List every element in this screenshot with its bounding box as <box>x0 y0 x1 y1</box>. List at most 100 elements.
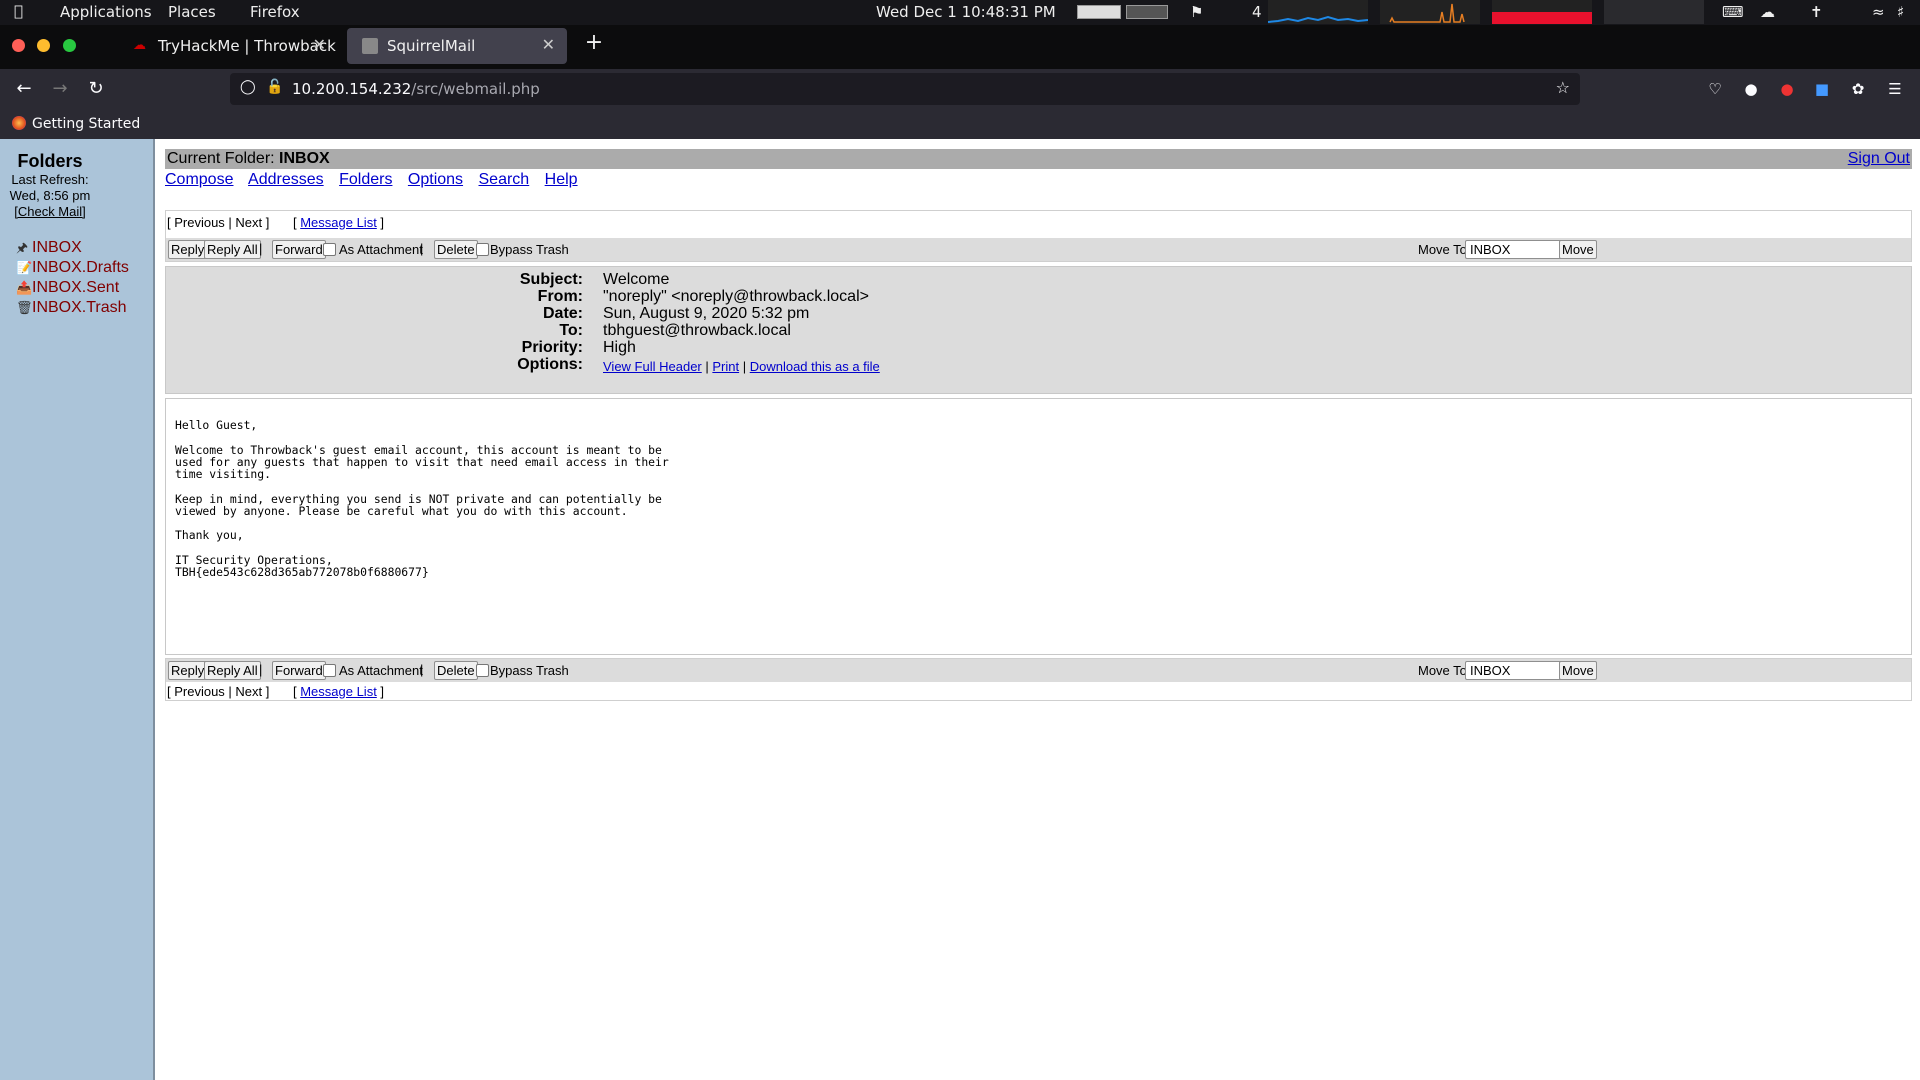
message-body-text: Hello Guest, Welcome to Throwback's gues… <box>175 418 669 579</box>
reply-button[interactable]: Reply <box>168 240 208 259</box>
as-attachment-checkbox[interactable] <box>323 664 336 677</box>
folder-label: INBOX.Trash <box>32 299 127 316</box>
close-window-icon[interactable] <box>12 39 25 52</box>
new-tab-icon[interactable]: + <box>582 30 606 66</box>
drafts-icon: 📝 <box>16 260 33 275</box>
clock[interactable]: Wed Dec 1 10:48:31 PM <box>876 3 1056 21</box>
message-list-link[interactable]: Message List <box>300 684 377 699</box>
tab-label: TryHackMe | Throwback <box>158 37 336 55</box>
reply-all-button[interactable]: Reply All <box>204 240 261 259</box>
bypass-trash-label: Bypass Trash <box>490 663 569 678</box>
forward-button[interactable]: Forward <box>272 240 326 259</box>
current-folder-name: INBOX <box>279 150 330 167</box>
check-mail-link[interactable]: [Check Mail] <box>0 204 100 219</box>
print-link[interactable]: Print <box>712 359 739 374</box>
maximize-window-icon[interactable] <box>63 39 76 52</box>
subject-label: Subject: <box>519 271 583 288</box>
pocket-icon[interactable]: ♡ <box>1705 79 1725 99</box>
message-pane: Current Folder: INBOX Sign Out Compose A… <box>157 139 1920 1080</box>
separator: | <box>259 662 263 677</box>
wifi-icon[interactable]: ≈ <box>1872 3 1885 21</box>
memory-graph-icon <box>1389 3 1465 23</box>
tab-squirrelmail[interactable]: SquirrelMail ✕ <box>347 28 567 64</box>
ublock-icon[interactable]: ● <box>1777 79 1797 99</box>
url-bar[interactable]: ◯ 🔓 10.200.154.232/src/webmail.php ☆ <box>230 73 1580 105</box>
shield-icon[interactable]: ◯ <box>240 79 256 95</box>
tab-label: SquirrelMail <box>387 37 476 55</box>
volume-icon[interactable]: ♯ <box>1897 3 1904 21</box>
menu-search[interactable]: Search <box>479 171 530 188</box>
menu-addresses[interactable]: Addresses <box>248 171 324 188</box>
menu-options[interactable]: Options <box>408 171 463 188</box>
move-to-label: Move To: <box>1418 242 1471 257</box>
download-link[interactable]: Download this as a file <box>750 359 880 374</box>
container-icon[interactable]: ■ <box>1812 79 1832 99</box>
minimize-window-icon[interactable] <box>37 39 50 52</box>
places-menu[interactable]: Places <box>168 3 216 21</box>
prev-next-nav[interactable]: [ Previous | Next ] <box>167 215 269 230</box>
workspace-indicator-1[interactable] <box>1077 5 1121 19</box>
move-button[interactable]: Move <box>1559 240 1597 259</box>
date-value: Sun, August 9, 2020 5:32 pm <box>603 305 810 322</box>
tryhackme-favicon-icon: ☁ <box>133 38 146 53</box>
workspace-indicator-2[interactable] <box>1126 5 1168 19</box>
system-top-bar:  Applications Places Firefox Wed Dec 1 … <box>0 0 1920 25</box>
bypass-trash-checkbox[interactable] <box>476 664 489 677</box>
addon-icon[interactable]: ✿ <box>1848 79 1868 99</box>
sent-icon: 📤 <box>16 280 33 295</box>
cpu-graph <box>1267 0 1369 24</box>
extensions-icon[interactable]: ⚑ <box>1190 3 1203 21</box>
disk-graph <box>1604 0 1704 24</box>
url-text[interactable]: 10.200.154.232/src/webmail.php <box>292 80 540 98</box>
workspace-count: 4 <box>1252 3 1262 21</box>
hamburger-menu-icon[interactable]: ☰ <box>1885 79 1905 99</box>
main-menu: Compose Addresses Folders Options Search… <box>165 171 589 189</box>
reload-icon[interactable]: ↻ <box>82 75 110 103</box>
folder-drafts[interactable]: 📝INBOX.Drafts <box>16 259 129 277</box>
cloud-icon[interactable]: ☁ <box>1760 3 1775 21</box>
close-tab-icon[interactable]: ✕ <box>313 35 326 54</box>
reply-all-button[interactable]: Reply All <box>204 661 261 680</box>
squirrelmail-favicon-icon <box>362 38 378 54</box>
options-label: Options: <box>517 356 583 373</box>
extension-icon[interactable]: ● <box>1741 79 1761 99</box>
menu-folders[interactable]: Folders <box>339 171 392 188</box>
prev-next-nav[interactable]: [ Previous | Next ] <box>167 684 269 699</box>
network-fill <box>1492 12 1592 24</box>
as-attachment-label: As Attachment <box>339 242 423 257</box>
forward-arrow-icon[interactable]: → <box>46 75 74 103</box>
as-attachment-checkbox[interactable] <box>323 243 336 256</box>
apple-menu-icon[interactable]:  <box>14 2 23 20</box>
sign-out-link[interactable]: Sign Out <box>1848 150 1910 168</box>
accessibility-icon[interactable]: ✝ <box>1810 3 1823 21</box>
menu-compose[interactable]: Compose <box>165 171 233 188</box>
message-nav: [ Previous | Next ] [ Message List ] <box>167 215 385 230</box>
close-tab-icon[interactable]: ✕ <box>542 35 555 54</box>
message-list-link[interactable]: Message List <box>300 215 377 230</box>
forward-button[interactable]: Forward <box>272 661 326 680</box>
folder-trash[interactable]: 🗑INBOX.Trash <box>16 299 127 317</box>
applications-menu[interactable]: Applications <box>60 3 152 21</box>
firefox-menu[interactable]: Firefox <box>250 3 300 21</box>
tab-tryhackme[interactable]: ☁ TryHackMe | Throwback ✕ <box>118 28 338 64</box>
message-body: Hello Guest, Welcome to Throwback's gues… <box>165 398 1912 655</box>
reply-button[interactable]: Reply <box>168 661 208 680</box>
bookmark-star-icon[interactable]: ☆ <box>1556 78 1570 97</box>
bypass-trash-checkbox[interactable] <box>476 243 489 256</box>
move-button[interactable]: Move <box>1559 661 1597 680</box>
folder-sent[interactable]: 📤INBOX.Sent <box>16 279 119 297</box>
bypass-trash-label: Bypass Trash <box>490 242 569 257</box>
bookmark-getting-started[interactable]: Getting Started <box>32 116 140 132</box>
folder-inbox[interactable]: 🖈 INBOX <box>16 239 82 261</box>
separator: | <box>259 241 263 256</box>
view-full-header-link[interactable]: View Full Header <box>603 359 702 374</box>
menu-help[interactable]: Help <box>545 171 578 188</box>
delete-button[interactable]: Delete <box>434 240 478 259</box>
keyboard-icon[interactable]: ⌨ <box>1722 3 1744 21</box>
delete-button[interactable]: Delete <box>434 661 478 680</box>
last-refresh-label: Last Refresh: <box>11 172 89 187</box>
insecure-lock-icon[interactable]: 🔓 <box>266 79 283 95</box>
options-links: View Full Header | Print | Download this… <box>603 359 880 374</box>
back-arrow-icon[interactable]: ← <box>10 75 38 103</box>
network-graph <box>1492 0 1592 24</box>
